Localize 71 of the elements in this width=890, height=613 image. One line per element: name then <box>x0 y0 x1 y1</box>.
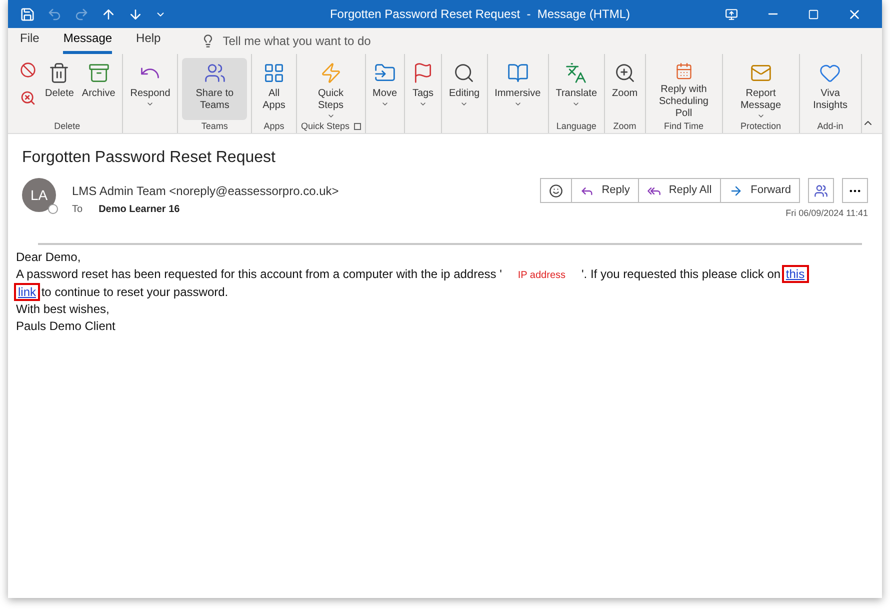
body-line: link to continue to reset your password. <box>16 284 868 300</box>
caret-icon <box>514 100 522 108</box>
ribbon-button[interactable]: Move <box>370 58 400 120</box>
search-icon <box>453 62 476 84</box>
group-label: Delete <box>54 120 80 133</box>
sender: LMS Admin Team <noreply@eassessorpro.co.uk> <box>72 183 339 200</box>
ribbon-display-icon[interactable] <box>725 8 738 20</box>
ignore-icon[interactable] <box>20 62 36 78</box>
ribbon-button[interactable]: Share to Teams <box>182 58 248 120</box>
action-button[interactable]: Reply All <box>638 179 720 202</box>
tell-me-field[interactable]: Tell me what you want to do <box>222 32 423 50</box>
caret-icon <box>756 112 765 120</box>
group-label: Protection <box>740 120 782 133</box>
avatar: LA <box>22 178 56 212</box>
body-line: Dear Demo, <box>16 248 82 266</box>
ribbon-button[interactable]: Reply with Scheduling Poll <box>650 58 718 120</box>
link[interactable]: link <box>16 284 38 298</box>
down-arrow-icon[interactable] <box>128 6 143 22</box>
to-label: To <box>72 203 83 217</box>
caret-icon <box>419 100 427 108</box>
launcher-icon[interactable] <box>354 123 361 130</box>
ribbon-button[interactable]: Archive <box>78 58 118 120</box>
link[interactable]: this <box>784 266 807 280</box>
action-button[interactable]: Forward <box>720 179 799 202</box>
caret-icon <box>380 100 389 108</box>
ribbon-button[interactable]: Quick Steps <box>301 58 361 120</box>
ribbon-button[interactable]: Zoom <box>609 58 641 120</box>
caret-icon <box>460 100 468 108</box>
archive-box-icon <box>88 62 110 84</box>
ribbon-button[interactable]: All Apps <box>256 58 292 120</box>
grid-icon <box>263 62 286 84</box>
group-label: Quick Steps <box>301 120 350 133</box>
group-label: Language <box>556 120 596 133</box>
caret-icon <box>572 100 580 108</box>
ribbon-button[interactable]: Report Message <box>726 58 795 120</box>
ribbon-button[interactable]: Tags <box>409 58 437 120</box>
magnifier-icon <box>614 62 636 84</box>
flag-icon <box>412 62 434 84</box>
action-button[interactable]: Reply <box>570 179 638 202</box>
group-label: Apps <box>264 120 284 133</box>
recipient: Demo Learner 16 <box>98 203 180 217</box>
body-line: A password reset has been requested for this account from a computer with the ip address ' IP address '. If you requested this please click on this <box>16 266 868 284</box>
message-subject: Forgotten Password Reset Request <box>22 148 276 168</box>
move-folder-icon <box>374 62 396 84</box>
heart-icon <box>819 62 842 84</box>
ribbon-button[interactable]: Delete <box>42 58 77 120</box>
menu-tab[interactable]: Help <box>136 29 161 54</box>
smiley-icon <box>548 184 563 198</box>
menu-tab[interactable]: File <box>20 29 40 54</box>
lightning-icon <box>320 62 342 84</box>
teams-button[interactable] <box>808 178 834 203</box>
body-line: With best wishes, <box>16 300 110 318</box>
ribbon-button[interactable]: Immersive <box>492 58 544 120</box>
presence-icon <box>48 204 58 214</box>
caret-icon <box>326 112 335 120</box>
ribbon-button[interactable]: Respond <box>127 58 174 120</box>
ribbon-button[interactable]: Viva Insights <box>804 58 857 120</box>
trash-icon <box>48 62 70 84</box>
ribbon-button[interactable]: Translate <box>552 58 600 120</box>
save-icon[interactable] <box>20 6 35 22</box>
group-label: Zoom <box>613 120 636 133</box>
body-line: Pauls Demo Client <box>16 318 116 334</box>
group-label: Add-in <box>817 120 844 133</box>
ribbon-button[interactable]: Editing <box>446 58 483 120</box>
group-label: Find Time <box>664 120 704 133</box>
group-label: Teams <box>201 120 228 133</box>
date: Fri 06/09/2024 11:41 <box>786 207 868 220</box>
translate-icon <box>565 62 588 84</box>
maximize-icon[interactable] <box>808 8 819 20</box>
caret-icon <box>146 100 154 108</box>
window-title: Forgotten Password Reset Request - Message (HTML) <box>328 6 632 23</box>
